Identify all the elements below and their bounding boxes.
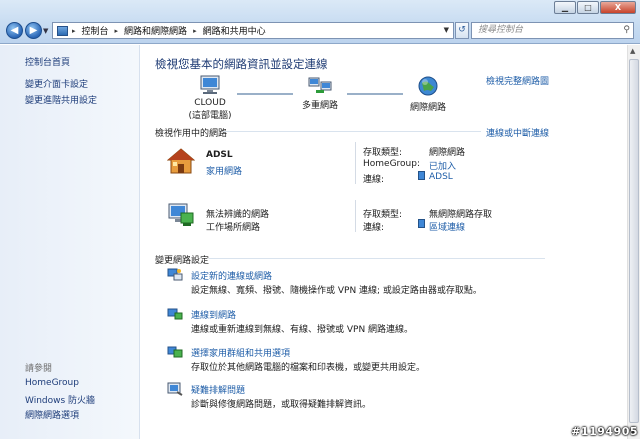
network-1-homegroup-label: HomeGroup: — [363, 159, 421, 169]
breadcrumb-control-panel[interactable]: 控制台 — [82, 24, 109, 37]
map-link-line — [237, 93, 293, 95]
sidebar-item-control-panel-home[interactable]: 控制台首頁 — [25, 55, 70, 68]
vertical-scrollbar[interactable]: ▲ ▼ — [627, 45, 640, 439]
forward-button[interactable]: ▶ — [25, 22, 42, 39]
task-setup-new-connection-desc: 設定無線、寬頻、撥號、隨機操作或 VPN 連線; 或設定路由器或存取點。 — [191, 286, 482, 296]
main-content: 檢視您基本的網路資訊並設定連線 檢視完整網路圖 CLOUD (這部電腦) 多重網… — [141, 45, 627, 439]
watermark: #1194905 — [571, 425, 638, 438]
new-connection-icon — [167, 268, 183, 281]
section-divider — [209, 258, 545, 259]
network-2-connection-link[interactable]: 區域連線 — [429, 220, 465, 233]
breadcrumb-separator[interactable]: ▸ — [72, 27, 76, 35]
recent-pages-dropdown[interactable]: ▼ — [43, 27, 48, 35]
see-also-heading: 請參閱 — [25, 364, 53, 374]
connection-icon — [418, 171, 425, 180]
connection-icon — [418, 219, 425, 228]
see-full-map-link[interactable]: 檢視完整網路圖 — [486, 74, 549, 87]
network-1-access-label: 存取類型: — [363, 148, 403, 158]
troubleshoot-icon — [167, 382, 183, 396]
computer-icon — [200, 75, 220, 94]
map-link-line — [347, 93, 403, 95]
computer-name: CLOUD — [194, 98, 226, 108]
connect-disconnect-link[interactable]: 連線或中斷連線 — [486, 126, 549, 139]
globe-icon — [418, 76, 438, 96]
multiple-networks-label: 多重網路 — [301, 101, 338, 111]
see-also-homegroup[interactable]: HomeGroup — [25, 378, 79, 388]
search-input[interactable]: 搜尋控制台 ⚲ — [471, 22, 634, 39]
multiple-networks-icon — [308, 77, 332, 93]
network-1-divider — [355, 142, 356, 184]
home-network-icon[interactable] — [167, 147, 195, 175]
task-homegroup-sharing-link[interactable]: 選擇家用群組和共用選項 — [191, 346, 290, 359]
computer-sub: (這部電腦) — [188, 111, 232, 121]
sidebar: 控制台首頁 變更介面卡設定 變更進階共用設定 請參閱 HomeGroup Win… — [0, 45, 140, 439]
network-1-access-value: 網際網路 — [429, 148, 466, 158]
see-also-windows-firewall[interactable]: Windows 防火牆 — [25, 393, 95, 406]
homegroup-sharing-icon — [167, 346, 183, 358]
work-network-icon[interactable] — [167, 202, 195, 228]
breadcrumb-separator[interactable]: ▸ — [193, 27, 197, 35]
map-node-multiple-networks[interactable]: 多重網路 — [294, 75, 346, 111]
map-node-this-computer[interactable]: CLOUD (這部電腦) — [185, 75, 235, 121]
internet-label: 網際網路 — [409, 103, 446, 113]
network-1-name: ADSL — [206, 150, 233, 160]
change-settings-heading: 變更網路設定 — [155, 256, 210, 266]
network-1-type-link[interactable]: 家用網路 — [206, 164, 242, 177]
network-2-type-link[interactable]: 工作場所網路 — [206, 220, 260, 233]
window-controls: ▁ □ X — [553, 1, 636, 14]
minimize-button[interactable]: ▁ — [554, 1, 576, 14]
scroll-up-icon[interactable]: ▲ — [630, 47, 635, 55]
task-connect-network-link[interactable]: 連線到網路 — [191, 308, 236, 321]
network-2-access-label: 存取類型: — [363, 210, 403, 220]
connect-network-icon — [167, 308, 183, 320]
network-2-connection-label: 連線: — [363, 223, 385, 233]
breadcrumb-network-internet[interactable]: 網路和網際網路 — [124, 24, 187, 37]
breadcrumb-separator[interactable]: ▸ — [115, 27, 119, 35]
sidebar-item-change-advanced-sharing[interactable]: 變更進階共用設定 — [25, 93, 97, 106]
refresh-button[interactable]: ↺ — [455, 22, 469, 39]
close-button[interactable]: X — [600, 1, 636, 14]
page-title: 檢視您基本的網路資訊並設定連線 — [155, 57, 328, 71]
address-bar[interactable]: ▸ 控制台 ▸ 網路和網際網路 ▸ 網路和共用中心 ▼ — [52, 22, 454, 39]
task-troubleshoot-link[interactable]: 疑難排解問題 — [191, 383, 245, 396]
task-connect-network-desc: 連線或重新連線到無線、有線、撥號或 VPN 網路連線。 — [191, 325, 414, 335]
back-button[interactable]: ◀ — [6, 22, 23, 39]
task-troubleshoot-desc: 診斷與修復網路問題，或取得疑難排解資訊。 — [191, 400, 372, 410]
maximize-button[interactable]: □ — [577, 1, 599, 14]
network-1-connection-link[interactable]: ADSL — [429, 172, 453, 182]
sidebar-item-change-adapter-settings[interactable]: 變更介面卡設定 — [25, 77, 88, 90]
title-and-address-bar: ▁ □ X ◀ ▶ ▼ ▸ 控制台 ▸ 網路和網際網路 ▸ 網路和共用中心 ▼ … — [0, 0, 640, 44]
active-networks-heading: 檢視作用中的網路 — [155, 129, 228, 139]
network-2-divider — [355, 200, 356, 232]
network-2-access-value: 無網際網路存取 — [429, 210, 493, 220]
breadcrumb-network-sharing-center[interactable]: 網路和共用中心 — [203, 24, 266, 37]
see-also-internet-options[interactable]: 網際網路選項 — [25, 408, 79, 421]
task-homegroup-sharing-desc: 存取位於其他網路電腦的檔案和印表機，或變更共用設定。 — [191, 363, 426, 373]
network-1-connection-label: 連線: — [363, 175, 385, 185]
control-panel-icon — [57, 25, 68, 36]
network-1-homegroup-link[interactable]: 已加入 — [429, 159, 456, 172]
address-dropdown-icon[interactable]: ▼ — [444, 26, 449, 34]
search-icon[interactable]: ⚲ — [623, 23, 630, 38]
scrollbar-thumb[interactable] — [629, 59, 639, 423]
map-node-internet[interactable]: 網際網路 — [403, 75, 453, 113]
network-2-name: 無法辨識的網路 — [206, 210, 270, 220]
search-placeholder: 搜尋控制台 — [478, 25, 524, 35]
task-setup-new-connection-link[interactable]: 設定新的連線或網路 — [191, 269, 272, 282]
section-divider — [223, 131, 481, 132]
